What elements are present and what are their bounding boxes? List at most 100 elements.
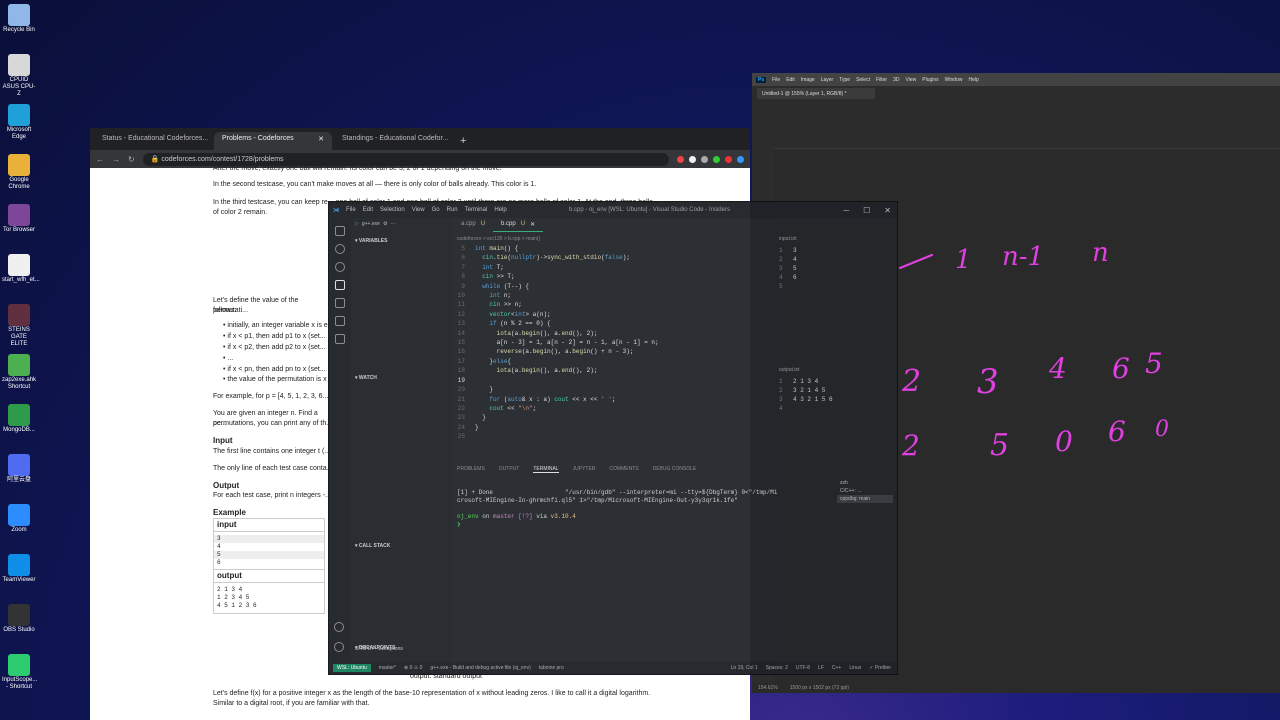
- extension-icon[interactable]: [701, 155, 708, 163]
- menu-file[interactable]: File: [346, 207, 356, 213]
- cursor-position[interactable]: Ln 19, Col 1: [731, 665, 758, 671]
- code-line[interactable]: 21 for (auto& x : a) cout << x << ' ';: [457, 395, 777, 404]
- section-call-stack[interactable]: ▾ CALL STACK: [355, 543, 390, 549]
- menu-help[interactable]: Help: [494, 207, 506, 213]
- desktop-icon[interactable]: TeamViewer: [2, 554, 36, 584]
- desktop-icon[interactable]: MongoDB...: [2, 404, 36, 434]
- terminal[interactable]: [1] + Done "/usr/bin/gdb" --interpreter=…: [457, 489, 847, 529]
- code-line[interactable]: 24}: [457, 423, 777, 432]
- back-icon[interactable]: ←: [96, 155, 104, 164]
- panel-tab-problems[interactable]: PROBLEMS: [457, 466, 485, 473]
- code-line[interactable]: 11 cin >> n;: [457, 300, 777, 309]
- testing-icon[interactable]: [335, 334, 345, 344]
- extension-icon[interactable]: [725, 155, 732, 163]
- run-config[interactable]: ▷ g++.exe ⚙ ···: [351, 218, 453, 230]
- tab-status[interactable]: Status - Educational Codeforces...✕: [94, 132, 212, 150]
- code-line[interactable]: 15 a[n - 3] = 1, a[n - 2] = n - 1, a[n -…: [457, 338, 777, 347]
- search-icon[interactable]: [335, 244, 345, 254]
- desktop-icon[interactable]: OBS Studio: [2, 604, 36, 634]
- gear-icon[interactable]: ⚙: [383, 221, 387, 227]
- code-line[interactable]: 6 cin.tie(nullptr)->sync_with_stdio(fals…: [457, 253, 777, 262]
- tabnine-status[interactable]: tabnine pro: [539, 665, 564, 671]
- tab-b-cpp[interactable]: b.cpp U ✕: [493, 218, 544, 232]
- breakpoint-item[interactable]: ☑ All C++ Exceptions: [355, 646, 403, 652]
- section-variables[interactable]: ▾ VARIABLES: [355, 238, 387, 244]
- menu-go[interactable]: Go: [432, 207, 440, 213]
- menu-view[interactable]: View: [412, 207, 425, 213]
- section-watch[interactable]: ▾ WATCH: [355, 375, 377, 381]
- remote-explorer-icon[interactable]: [335, 316, 345, 326]
- input-file-tab[interactable]: input.txt: [779, 236, 897, 242]
- desktop-icon[interactable]: Microsoft Edge: [2, 104, 36, 141]
- gear-icon[interactable]: [334, 642, 344, 652]
- desktop-icon[interactable]: CPUID ASUS CPU-Z: [2, 54, 36, 98]
- breadcrumb[interactable]: codeforces > ecr135 > b.cpp > main(): [457, 236, 540, 242]
- code-line[interactable]: 20 }: [457, 385, 777, 394]
- account-icon[interactable]: [334, 622, 344, 632]
- forward-icon[interactable]: →: [112, 155, 120, 164]
- code-line[interactable]: 8 cin >> T;: [457, 272, 777, 281]
- terminal-item[interactable]: C/C++: ...: [837, 487, 893, 495]
- remote-indicator[interactable]: WSL: Ubuntu: [333, 664, 371, 672]
- play-icon[interactable]: ▷: [355, 221, 359, 227]
- extension-icon[interactable]: [689, 155, 696, 163]
- tab-problems[interactable]: Problems - Codeforces ✕: [214, 132, 332, 150]
- close-icon[interactable]: ✕: [318, 135, 324, 147]
- code-line[interactable]: 18 iota(a.begin(), a.end(), 2);: [457, 366, 777, 375]
- panel-tab-debug-console[interactable]: DEBUG CONSOLE: [653, 466, 697, 473]
- tab-standings[interactable]: Standings - Educational Codefor...✕: [334, 132, 452, 150]
- terminal-item[interactable]: cppdbg: main: [837, 495, 893, 503]
- desktop-icon[interactable]: Google Chrome: [2, 154, 36, 191]
- menu-terminal[interactable]: Terminal: [465, 207, 488, 213]
- code-line[interactable]: 17 }else{: [457, 357, 777, 366]
- desktop-icon[interactable]: InputScope... - Shortcut: [2, 654, 37, 691]
- git-branch[interactable]: master*: [379, 665, 396, 671]
- source-control-icon[interactable]: [335, 262, 345, 272]
- code-line[interactable]: 5 int main() {: [457, 244, 777, 253]
- encoding[interactable]: UTF-8: [796, 665, 810, 671]
- code-line[interactable]: 14 iota(a.begin(), a.end(), 2);: [457, 329, 777, 338]
- tab-a-cpp[interactable]: a.cpp U: [453, 218, 493, 232]
- panel-tab-terminal[interactable]: TERMINAL: [533, 466, 559, 473]
- terminal-item[interactable]: zsh: [837, 479, 893, 487]
- desktop-icon[interactable]: STEINS GATE ELITE: [2, 304, 36, 348]
- extensions-icon[interactable]: [335, 298, 345, 308]
- output-file-editor[interactable]: 1 2 1 3 4 2 3 2 1 4 5 3 4 3 2 1 5 6 4: [779, 377, 893, 413]
- prettier-status[interactable]: ✓ Prettier: [869, 665, 891, 671]
- code-line[interactable]: 12 vector<int> a(n);: [457, 310, 777, 319]
- code-line[interactable]: 16 reverse(a.begin(), a.begin() + n - 3)…: [457, 347, 777, 356]
- panel-tab-output[interactable]: OUTPUT: [499, 466, 520, 473]
- desktop-icon[interactable]: Recycle Bin: [2, 4, 36, 34]
- run-debug-icon[interactable]: [335, 280, 345, 290]
- close-button[interactable]: ✕: [884, 206, 891, 215]
- panel-tab-jupyter[interactable]: JUPYTER: [573, 466, 596, 473]
- desktop-icon[interactable]: start_wfh_et...: [2, 254, 40, 284]
- maximize-button[interactable]: ☐: [863, 206, 870, 215]
- minimize-button[interactable]: ─: [843, 206, 849, 215]
- new-tab-button[interactable]: +: [454, 135, 472, 150]
- code-line[interactable]: 23 }: [457, 413, 777, 422]
- close-icon[interactable]: ✕: [530, 221, 535, 228]
- reload-icon[interactable]: ↻: [128, 155, 135, 164]
- code-line[interactable]: 9 while (T--) {: [457, 282, 777, 291]
- extension-icon[interactable]: [677, 155, 684, 163]
- debug-config[interactable]: g++.exe - Build and debug active file (o…: [430, 665, 530, 671]
- menu-run[interactable]: Run: [447, 207, 458, 213]
- extension-icon[interactable]: [713, 155, 720, 163]
- os-indicator[interactable]: Linux: [849, 665, 861, 671]
- code-line[interactable]: 19: [457, 376, 777, 385]
- desktop-icon[interactable]: Zoom: [2, 504, 36, 534]
- indentation[interactable]: Spaces: 2: [766, 665, 788, 671]
- desktop-icon[interactable]: 阿里云盘: [2, 454, 36, 484]
- output-file-tab[interactable]: output.txt: [779, 367, 897, 373]
- problems-count[interactable]: ⊗ 0 ⚠ 0: [404, 665, 422, 671]
- input-file-editor[interactable]: 132435465: [779, 246, 893, 291]
- code-line[interactable]: 22 cout << "\n";: [457, 404, 777, 413]
- code-line[interactable]: 10 int n;: [457, 291, 777, 300]
- desktop-icon[interactable]: Tor Browser: [2, 204, 36, 234]
- menu-selection[interactable]: Selection: [380, 207, 405, 213]
- more-icon[interactable]: ···: [390, 221, 395, 227]
- code-editor[interactable]: 5 int main() {6 cin.tie(nullptr)->sync_wi…: [457, 244, 777, 442]
- code-line[interactable]: 25: [457, 432, 777, 441]
- menu-edit[interactable]: Edit: [363, 207, 373, 213]
